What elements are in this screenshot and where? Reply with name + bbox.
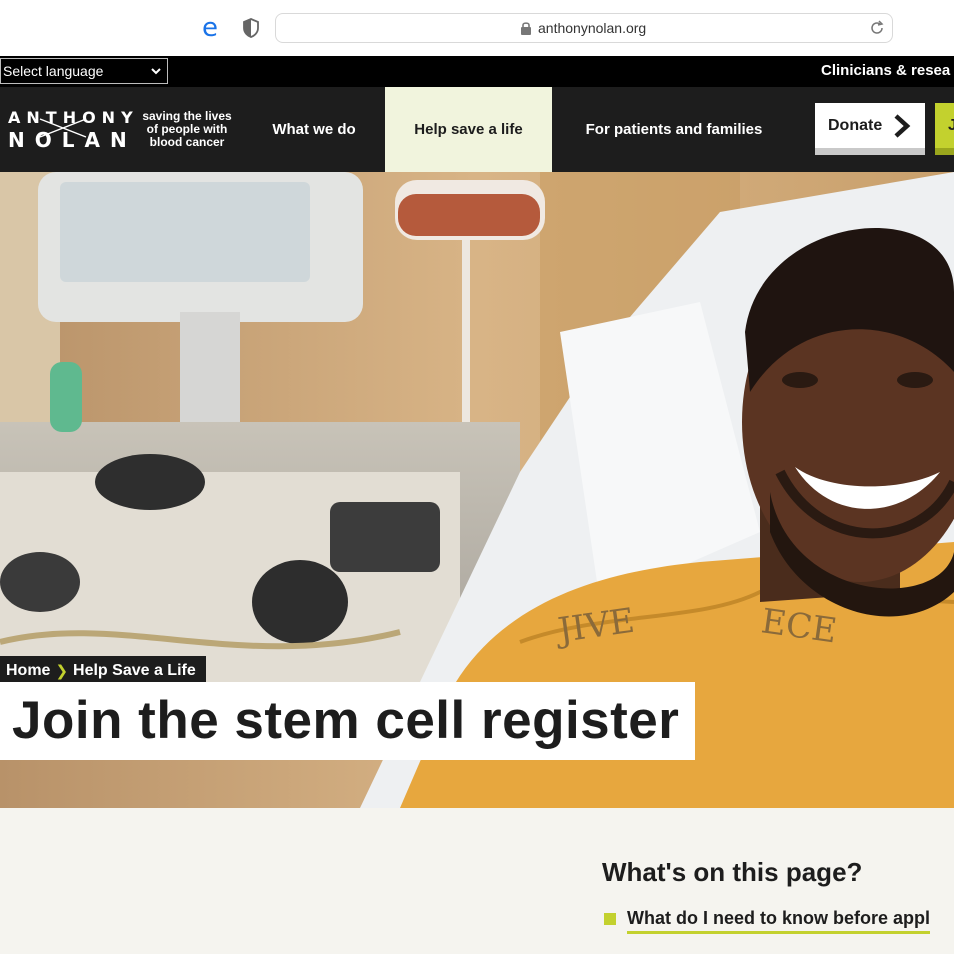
url-text: anthonynolan.org [538, 20, 647, 36]
svg-text:e: e [202, 14, 218, 42]
chevron-down-icon [151, 68, 161, 75]
edge-browser-icon[interactable]: e [200, 14, 224, 42]
join-label: J [948, 117, 954, 134]
breadcrumb-home-link[interactable]: Home [6, 662, 50, 680]
page-contents-section: What's on this page? What do I need to k… [0, 808, 954, 954]
anthony-nolan-logo[interactable]: ANTHONY NOLAN [8, 107, 134, 151]
donate-label: Donate [828, 117, 883, 134]
breadcrumb-current-link[interactable]: Help Save a Life [73, 662, 196, 680]
toc-link-what-do-i-need-to-know[interactable]: What do I need to know before appl [627, 908, 931, 934]
toc-bullet-icon [604, 913, 616, 925]
lock-icon [521, 22, 531, 35]
language-select[interactable]: Select language [0, 58, 168, 84]
page-title: Join the stem cell register [0, 682, 696, 760]
chevron-right-icon: ❯ [55, 662, 69, 680]
donate-button[interactable]: Donate [815, 103, 925, 155]
reload-icon[interactable] [868, 19, 886, 37]
browser-chrome: e anthonynolan.org [0, 0, 954, 56]
nav-what-we-do[interactable]: What we do [252, 87, 376, 172]
tracking-shield-icon[interactable] [242, 18, 260, 38]
join-button[interactable]: J [935, 103, 954, 155]
utility-bar: Select language Clinicians & resea [0, 56, 954, 87]
clinicians-link[interactable]: Clinicians & resea [821, 62, 950, 79]
nav-help-save-a-life[interactable]: Help save a life [385, 87, 552, 172]
chevron-right-icon [894, 114, 911, 138]
language-select-label: Select language [3, 63, 104, 79]
breadcrumb: Home ❯ Help Save a Life [0, 656, 206, 682]
logo-tagline: saving the lives of people with blood ca… [142, 109, 232, 149]
nav-for-patients-and-families[interactable]: For patients and families [560, 87, 788, 172]
hero-banner: JIVE ECE Home ❯ Help Save a Life Join th… [0, 172, 954, 808]
address-bar[interactable]: anthonynolan.org [275, 13, 893, 43]
toc-heading: What's on this page? [602, 857, 863, 887]
main-navigation: ANTHONY NOLAN saving the lives of people… [0, 87, 954, 172]
